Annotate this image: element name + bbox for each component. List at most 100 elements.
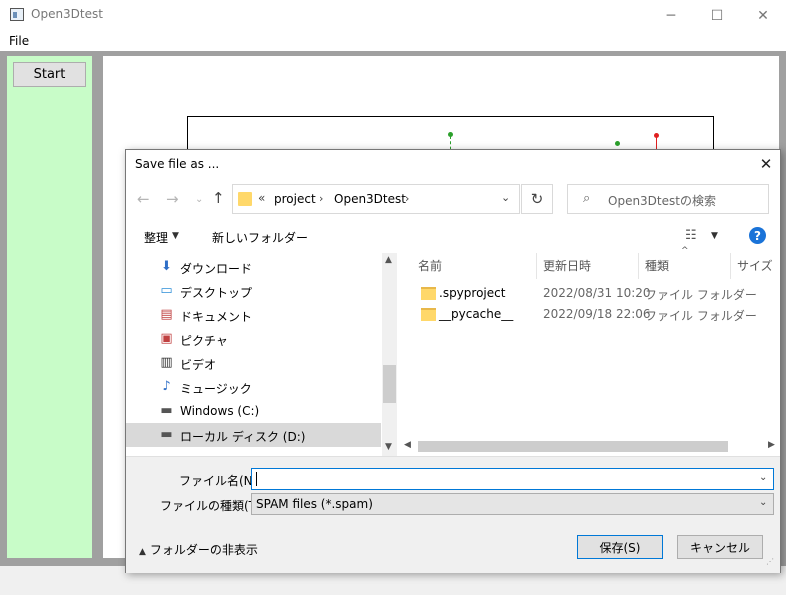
- sort-ascending-icon: ^: [681, 246, 689, 256]
- nav-item-music[interactable]: ♪ ミュージック: [126, 375, 381, 399]
- search-placeholder: Open3Dtestの検索: [608, 194, 716, 208]
- drive-icon: ▬: [160, 427, 173, 442]
- filetype-label: ファイルの種類(T):: [160, 499, 265, 513]
- dialog-footer: ファイル名(N): ⌄ ファイルの種類(T): SPAM files (*.sp…: [126, 456, 780, 573]
- horizontal-scrollbar[interactable]: ◀ ▶: [402, 438, 780, 455]
- file-row[interactable]: __pycache__ 2022/09/18 22:06 ファイル フォルダー: [416, 305, 766, 325]
- caret-down-icon[interactable]: ▼: [711, 231, 718, 241]
- file-date: 2022/08/31 10:20: [543, 286, 651, 300]
- nav-item-windows-c[interactable]: ▬ Windows (C:): [126, 399, 381, 423]
- desktop-icon: ▭: [160, 283, 173, 298]
- address-overflow[interactable]: «: [258, 191, 265, 205]
- pictures-icon: ▣: [160, 331, 173, 346]
- nav-item-label: デスクトップ: [180, 286, 253, 300]
- filetype-value: SPAM files (*.spam): [256, 497, 373, 511]
- chevron-down-icon[interactable]: ⌄: [759, 497, 767, 508]
- breadcrumb-separator-icon[interactable]: ›: [405, 192, 409, 205]
- scroll-up-icon[interactable]: ▲: [385, 255, 392, 265]
- filetype-select[interactable]: SPAM files (*.spam) ⌄: [251, 493, 774, 515]
- menu-bar: File: [0, 31, 786, 51]
- scroll-right-icon[interactable]: ▶: [768, 440, 775, 450]
- nav-item-documents[interactable]: ▤ ドキュメント: [126, 303, 381, 327]
- nav-item-pictures[interactable]: ▣ ピクチャ: [126, 327, 381, 351]
- app-title: Open3Dtest: [31, 7, 103, 21]
- music-icon: ♪: [162, 379, 171, 394]
- nav-item-label: ビデオ: [180, 358, 217, 372]
- scroll-left-icon[interactable]: ◀: [404, 440, 411, 450]
- forward-arrow-icon[interactable]: →: [166, 190, 179, 208]
- nav-item-videos[interactable]: ▥ ビデオ: [126, 351, 381, 375]
- resize-grip-icon[interactable]: ⋰: [766, 557, 774, 566]
- drive-icon: ▬: [160, 403, 173, 418]
- back-arrow-icon[interactable]: ←: [137, 190, 150, 208]
- save-dialog: Save file as ... ✕ ← → ⌄ ↑ « project › O…: [125, 149, 781, 573]
- menu-file[interactable]: File: [9, 34, 29, 48]
- breadcrumb-open3dtest[interactable]: Open3Dtest: [334, 192, 406, 206]
- column-divider[interactable]: [638, 253, 639, 279]
- file-name: .spyproject: [439, 286, 506, 300]
- scrollbar-thumb[interactable]: [418, 441, 728, 452]
- dialog-close-button[interactable]: ✕: [754, 153, 778, 175]
- plot-point: [615, 141, 620, 146]
- organize-menu[interactable]: 整理: [144, 229, 168, 246]
- breadcrumb-project[interactable]: project: [274, 192, 316, 206]
- maximize-button[interactable]: ☐: [694, 0, 740, 31]
- cancel-button[interactable]: キャンセル: [677, 535, 763, 559]
- nav-item-label: ミュージック: [180, 382, 252, 396]
- nav-item-desktop[interactable]: ▭ デスクトップ: [126, 279, 381, 303]
- file-row[interactable]: .spyproject 2022/08/31 10:20 ファイル フォルダー: [416, 284, 766, 304]
- refresh-button[interactable]: ↻: [521, 184, 553, 214]
- column-divider[interactable]: [730, 253, 731, 279]
- search-icon: ⌕: [583, 191, 591, 206]
- file-name: __pycache__: [439, 307, 514, 321]
- navigation-pane: ⬇ ダウンロード ▭ デスクトップ ▤ ドキュメント ▣ ピクチャ ▥ ビデオ …: [126, 253, 398, 453]
- column-divider[interactable]: [536, 253, 537, 279]
- column-header-name[interactable]: 名前: [418, 257, 442, 274]
- column-header-date[interactable]: 更新日時: [543, 257, 591, 274]
- up-arrow-icon[interactable]: ↑: [212, 189, 225, 207]
- filename-label: ファイル名(N):: [179, 474, 262, 488]
- nav-item-label: ダウンロード: [180, 262, 253, 276]
- folder-icon: [238, 192, 252, 206]
- address-bar[interactable]: « project › Open3Dtest › ⌄: [232, 184, 520, 214]
- recent-locations-chevron-icon[interactable]: ⌄: [195, 194, 203, 205]
- file-type: ファイル フォルダー: [645, 288, 757, 302]
- filename-field[interactable]: ⌄: [251, 468, 774, 490]
- hide-folders-label: フォルダーの非表示: [149, 543, 258, 557]
- column-header-size[interactable]: サイズ: [737, 257, 773, 274]
- scrollbar-thumb[interactable]: [383, 365, 396, 403]
- help-icon[interactable]: ?: [749, 227, 766, 244]
- nav-item-label: ローカル ディスク (D:): [180, 430, 306, 444]
- save-button[interactable]: 保存(S): [577, 535, 663, 559]
- breadcrumb-separator-icon[interactable]: ›: [319, 192, 323, 205]
- file-type: ファイル フォルダー: [645, 309, 757, 323]
- video-icon: ▥: [160, 355, 173, 370]
- nav-item-downloads[interactable]: ⬇ ダウンロード: [126, 255, 381, 279]
- nav-scrollbar[interactable]: ▲ ▼: [382, 253, 397, 456]
- chevron-down-icon[interactable]: ⌄: [501, 191, 510, 204]
- hide-folders-toggle[interactable]: ▲ フォルダーの非表示: [139, 541, 258, 558]
- search-input[interactable]: ⌕ Open3Dtestの検索: [567, 184, 769, 214]
- start-button[interactable]: Start: [13, 62, 86, 87]
- app-icon: [10, 8, 24, 21]
- scroll-down-icon[interactable]: ▼: [385, 442, 392, 452]
- title-bar: Open3Dtest ─ ☐ ✕: [0, 0, 786, 31]
- file-date: 2022/09/18 22:06: [543, 307, 651, 321]
- dialog-title: Save file as ...: [135, 157, 220, 171]
- nav-item-label: ドキュメント: [180, 310, 253, 324]
- download-icon: ⬇: [161, 259, 172, 274]
- nav-item-label: ピクチャ: [180, 334, 228, 348]
- chevron-down-icon[interactable]: ⌄: [759, 472, 767, 483]
- documents-icon: ▤: [160, 307, 173, 322]
- view-options-icon[interactable]: ☷: [685, 228, 697, 243]
- caret-down-icon[interactable]: ▼: [172, 231, 179, 241]
- nav-item-local-disk-d[interactable]: ▬ ローカル ディスク (D:): [126, 423, 381, 447]
- folder-icon: [421, 287, 436, 300]
- folder-icon: [421, 308, 436, 321]
- close-window-button[interactable]: ✕: [740, 0, 786, 31]
- minimize-button[interactable]: ─: [648, 0, 694, 31]
- side-panel: [7, 56, 92, 558]
- column-header-type[interactable]: 種類: [645, 257, 669, 274]
- new-folder-button[interactable]: 新しいフォルダー: [212, 229, 308, 246]
- text-caret: [256, 472, 257, 486]
